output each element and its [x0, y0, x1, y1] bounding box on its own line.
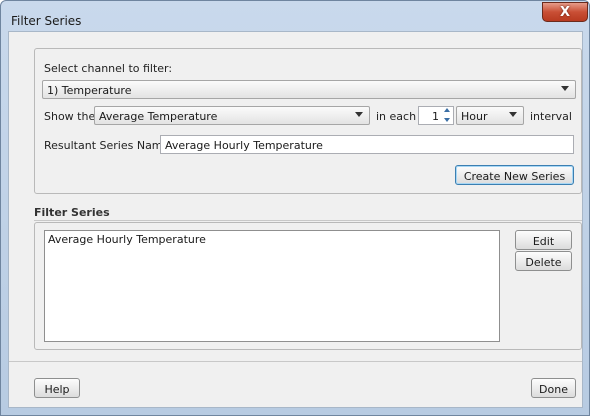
- close-icon: X: [559, 4, 571, 20]
- interval-unit-value: Hour: [461, 110, 488, 123]
- edit-button[interactable]: Edit: [515, 230, 572, 250]
- channel-selected-value: 1) Temperature: [47, 84, 132, 97]
- spin-up-icon[interactable]: [442, 106, 452, 115]
- title-bar[interactable]: Filter Series: [2, 2, 588, 34]
- spin-down-icon[interactable]: [442, 115, 452, 124]
- channel-label: Select channel to filter:: [44, 62, 173, 75]
- interval-label: interval: [530, 110, 572, 123]
- help-button[interactable]: Help: [34, 378, 80, 398]
- filter-series-heading: Filter Series: [34, 206, 110, 219]
- chevron-down-icon: [509, 112, 517, 117]
- statistic-select[interactable]: Average Temperature: [94, 106, 370, 125]
- chevron-down-icon: [561, 86, 569, 91]
- resultant-name-value: Average Hourly Temperature: [165, 139, 323, 152]
- done-button[interactable]: Done: [531, 378, 576, 398]
- create-new-series-button[interactable]: Create New Series: [455, 165, 574, 185]
- in-each-label: in each: [376, 110, 417, 123]
- resultant-name-input[interactable]: Average Hourly Temperature: [160, 135, 574, 154]
- chevron-down-icon: [355, 112, 363, 117]
- show-the-label: Show the: [44, 110, 96, 123]
- channel-select[interactable]: 1) Temperature: [42, 80, 576, 99]
- interval-spinner-buttons[interactable]: [442, 106, 454, 125]
- filter-series-list[interactable]: Average Hourly Temperature: [44, 230, 500, 342]
- window-title: Filter Series: [11, 14, 82, 28]
- list-item[interactable]: Average Hourly Temperature: [45, 231, 499, 248]
- interval-unit-select[interactable]: Hour: [456, 106, 524, 125]
- resultant-name-label: Resultant Series Name:: [44, 139, 173, 152]
- footer-divider: [9, 361, 582, 362]
- section-divider: [34, 220, 582, 221]
- close-button[interactable]: X: [542, 2, 588, 22]
- delete-button[interactable]: Delete: [515, 251, 572, 271]
- interval-count-value: 1: [432, 110, 439, 123]
- statistic-selected-value: Average Temperature: [99, 110, 218, 123]
